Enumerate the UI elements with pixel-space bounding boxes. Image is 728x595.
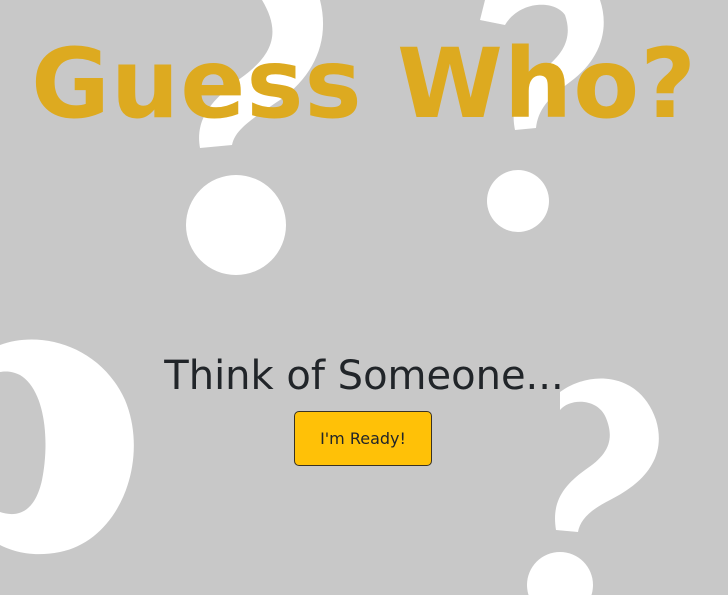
question-mark-dot [186,175,286,275]
question-mark-icon [527,378,659,595]
question-mark-dot [527,552,593,595]
page-subtitle: Think of Someone... [164,353,564,399]
ready-button[interactable]: I'm Ready! [294,411,432,466]
question-mark-dot [487,170,549,232]
page-title: Guess Who? [31,28,697,140]
